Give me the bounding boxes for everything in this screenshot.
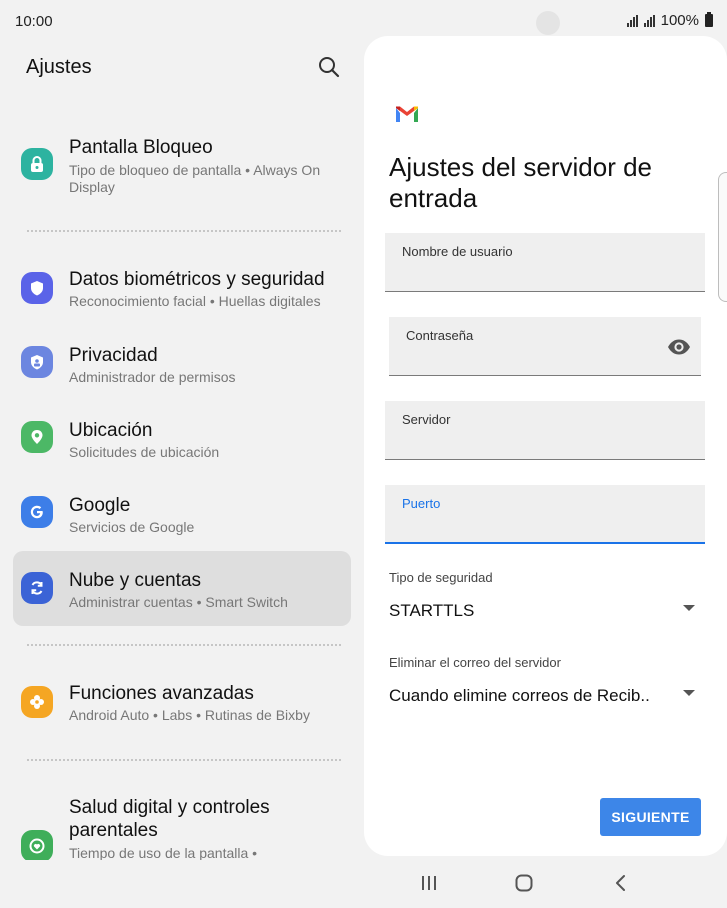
- security-type-label: Tipo de seguridad: [389, 570, 493, 585]
- setting-title: Nube y cuentas: [69, 570, 202, 591]
- card-heading: Ajustes del servidor de entrada: [389, 152, 653, 213]
- sync-icon: [21, 572, 53, 604]
- setting-cloud-accounts[interactable]: Nube y cuentas Administrar cuentas • Sma…: [13, 551, 351, 626]
- signal-icon: [626, 14, 638, 27]
- setting-subtitle: Tipo de bloqueo de pantalla • Always On …: [69, 162, 321, 195]
- home-icon: [515, 874, 533, 892]
- delete-from-server-label: Eliminar el correo del servidor: [389, 655, 561, 670]
- settings-panel: Ajustes Pantalla Bloqueo Tipo de bloqueo…: [0, 44, 362, 860]
- security-type-value: STARTTLS: [389, 601, 475, 620]
- password-field[interactable]: Contraseña: [389, 317, 701, 376]
- incoming-server-settings-card: Ajustes del servidor de entrada Nombre d…: [364, 36, 727, 856]
- server-label: Servidor: [402, 412, 451, 427]
- setting-title: Privacidad: [69, 345, 158, 366]
- chevron-down-icon: [683, 605, 695, 611]
- location-icon: [21, 421, 53, 453]
- front-camera: [536, 11, 560, 35]
- setting-lock-screen[interactable]: Pantalla Bloqueo Tipo de bloqueo de pant…: [13, 128, 351, 200]
- status-time: 10:00: [15, 13, 53, 30]
- lock-icon: [21, 148, 53, 180]
- divider: [27, 644, 341, 646]
- setting-biometrics-security[interactable]: Datos biométricos y seguridad Reconocimi…: [13, 258, 351, 322]
- password-label: Contraseña: [406, 328, 474, 343]
- battery-level: 100%: [660, 12, 699, 29]
- puzzle-icon: [21, 686, 53, 718]
- setting-subtitle: Servicios de Google: [69, 519, 195, 535]
- setting-google[interactable]: Google Servicios de Google: [13, 484, 351, 548]
- navigation-bar: [364, 860, 727, 908]
- search-button[interactable]: [316, 54, 342, 80]
- privacy-icon: [21, 346, 53, 378]
- port-field[interactable]: Puerto: [385, 485, 705, 544]
- show-password-button[interactable]: [665, 337, 693, 357]
- setting-title: Salud digital y controles parentales: [69, 797, 270, 841]
- recents-icon: [422, 876, 436, 890]
- delete-from-server-dropdown[interactable]: Cuando elimine correos de Recib..: [389, 682, 699, 710]
- page-title: Ajustes: [26, 56, 92, 78]
- server-field[interactable]: Servidor: [385, 401, 705, 460]
- battery-icon: [705, 12, 713, 27]
- shield-icon: [21, 272, 53, 304]
- setting-title: Funciones avanzadas: [69, 683, 254, 704]
- security-type-dropdown[interactable]: STARTTLS: [389, 597, 699, 625]
- setting-subtitle: Tiempo de uso de la pantalla •: [69, 845, 258, 860]
- setting-privacy[interactable]: Privacidad Administrador de permisos: [13, 334, 351, 398]
- setting-subtitle: Android Auto • Labs • Rutinas de Bixby: [69, 707, 310, 723]
- setting-title: Ubicación: [69, 420, 153, 441]
- setting-subtitle: Solicitudes de ubicación: [69, 444, 220, 460]
- next-button[interactable]: SIGUIENTE: [600, 798, 701, 836]
- setting-title: Datos biométricos y seguridad: [69, 269, 325, 290]
- setting-advanced-features[interactable]: Funciones avanzadas Android Auto • Labs …: [13, 672, 351, 736]
- setting-subtitle: Reconocimiento facial • Huellas digitale…: [69, 293, 321, 309]
- back-button[interactable]: [606, 870, 636, 896]
- setting-digital-wellbeing[interactable]: Salud digital y controles parentales Tie…: [13, 786, 351, 860]
- eye-icon: [668, 339, 690, 355]
- username-field[interactable]: Nombre de usuario: [385, 233, 705, 292]
- signal-icon-2: [643, 14, 655, 27]
- port-label: Puerto: [402, 496, 441, 511]
- divider: [27, 759, 341, 761]
- setting-subtitle: Administrador de permisos: [69, 369, 236, 385]
- delete-from-server-value: Cuando elimine correos de Recib..: [389, 686, 650, 705]
- recents-button[interactable]: [414, 870, 444, 896]
- wellbeing-icon: [21, 830, 53, 860]
- setting-title: Pantalla Bloqueo: [69, 137, 213, 158]
- chevron-down-icon: [683, 690, 695, 696]
- gmail-logo-icon: [396, 106, 418, 122]
- google-icon: [21, 496, 53, 528]
- home-button[interactable]: [509, 870, 539, 896]
- search-icon: [319, 57, 340, 78]
- setting-location[interactable]: Ubicación Solicitudes de ubicación: [13, 409, 351, 473]
- back-icon: [616, 875, 625, 891]
- edge-panel-handle[interactable]: [718, 172, 727, 302]
- username-label: Nombre de usuario: [402, 244, 513, 259]
- status-indicators: 100%: [626, 12, 713, 29]
- setting-title: Google: [69, 495, 131, 516]
- setting-subtitle: Administrar cuentas • Smart Switch: [69, 594, 288, 610]
- divider: [27, 230, 341, 232]
